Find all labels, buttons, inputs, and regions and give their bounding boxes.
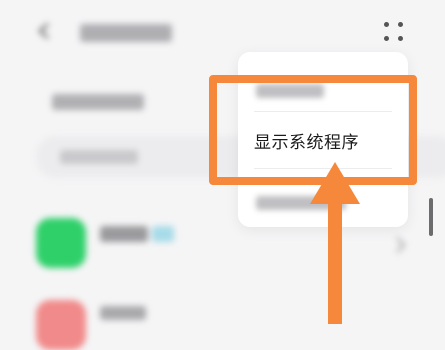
app-icon [36, 300, 86, 350]
search-placeholder [60, 150, 138, 164]
scrollbar[interactable] [429, 198, 433, 236]
app-badge [152, 226, 174, 242]
filter-dropdown[interactable] [52, 94, 144, 110]
app-name [100, 306, 146, 320]
page-title [80, 24, 172, 42]
app-icon [36, 218, 86, 268]
chevron-right-icon [396, 237, 406, 253]
app-name [100, 226, 148, 242]
annotation-arrow-icon [310, 162, 360, 324]
back-arrow-icon[interactable] [34, 20, 56, 42]
more-dots-icon[interactable] [382, 20, 406, 44]
